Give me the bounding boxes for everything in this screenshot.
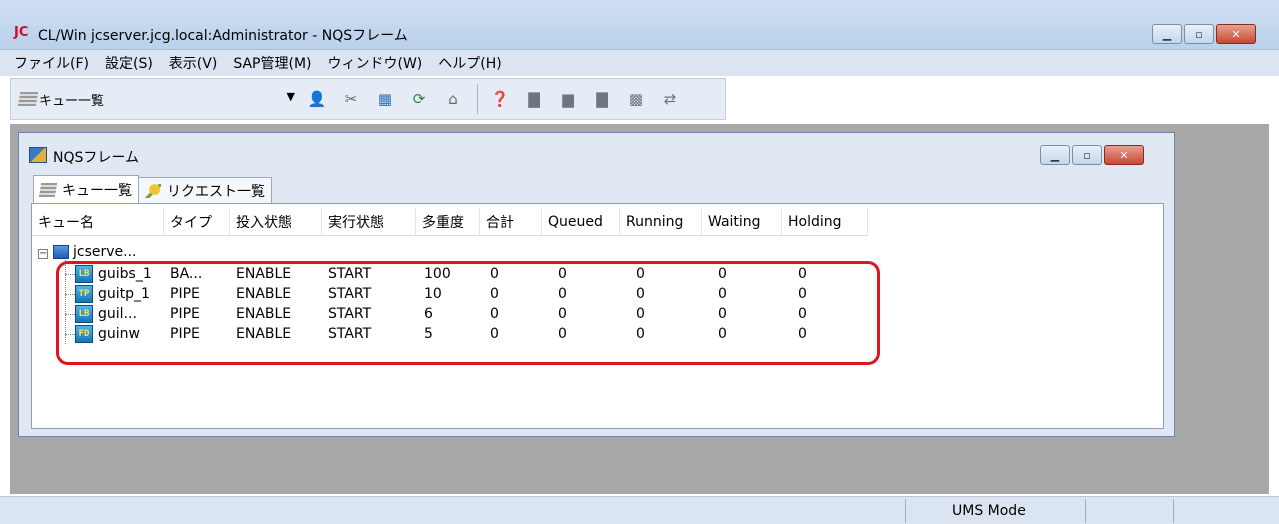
app-title: CL/Win jcserver.jcg.local:Administrator … bbox=[38, 28, 408, 44]
transfer-icon[interactable]: ⇄ bbox=[658, 87, 682, 111]
lock-icon[interactable]: ⌂ bbox=[441, 87, 465, 111]
maximize-button[interactable]: ▫ bbox=[1184, 24, 1214, 44]
doc-edit-icon[interactable]: ▇ bbox=[590, 87, 614, 111]
column-header-queued[interactable]: Queued bbox=[542, 208, 620, 236]
queue-list-icon bbox=[17, 92, 39, 106]
server-node-label[interactable]: jcserve... bbox=[73, 244, 137, 260]
doc-stack-icon[interactable]: ▆ bbox=[556, 87, 580, 111]
app-title-bar[interactable]: JC CL/Win jcserver.jcg.local:Administrat… bbox=[0, 0, 1279, 50]
app-logo: JC bbox=[14, 25, 29, 40]
job-icon[interactable]: ▩ bbox=[624, 87, 648, 111]
collapse-toggle[interactable]: − bbox=[38, 249, 48, 259]
column-header-type[interactable]: タイプ bbox=[164, 208, 230, 236]
window-controls: ▁ ▫ ✕ bbox=[1152, 24, 1256, 44]
tab-bar: キュー一覧 リクエスト一覧 bbox=[33, 175, 272, 203]
tab-queue-list[interactable]: キュー一覧 bbox=[33, 175, 139, 203]
queue-config-icon[interactable]: ▦ bbox=[373, 87, 397, 111]
child-close-button[interactable]: ✕ bbox=[1104, 145, 1144, 165]
menu-view[interactable]: 表示(V) bbox=[169, 53, 218, 73]
view-select[interactable]: キュー一覧 ▼ bbox=[17, 86, 295, 112]
column-header-multiplicity[interactable]: 多重度 bbox=[416, 208, 480, 236]
doc-icon[interactable]: ▇ bbox=[522, 87, 546, 111]
view-select-value: キュー一覧 bbox=[39, 93, 105, 109]
queue-list-icon bbox=[38, 182, 58, 197]
column-header-running[interactable]: Running bbox=[620, 208, 702, 236]
menu-sap[interactable]: SAP管理(M) bbox=[233, 53, 311, 73]
minimize-icon: ▁ bbox=[1050, 148, 1060, 162]
child-window-controls: ▁ ▫ ✕ bbox=[1040, 145, 1144, 165]
tab-queue-list-label: キュー一覧 bbox=[62, 182, 132, 199]
column-header-holding[interactable]: Holding bbox=[782, 208, 868, 236]
toolbar-separator bbox=[477, 84, 478, 114]
request-list-icon bbox=[145, 183, 161, 198]
menu-help[interactable]: ヘルプ(H) bbox=[438, 53, 501, 73]
close-icon: ✕ bbox=[1119, 148, 1129, 162]
column-header-submit[interactable]: 投入状態 bbox=[230, 208, 322, 236]
status-bar: UMS Mode bbox=[0, 496, 1279, 524]
maximize-icon: ▫ bbox=[1083, 148, 1091, 162]
child-title: NQSフレーム bbox=[53, 150, 139, 166]
menu-file[interactable]: ファイル(F) bbox=[14, 53, 89, 73]
maximize-icon: ▫ bbox=[1195, 27, 1203, 41]
user-icon[interactable]: 👤 bbox=[305, 87, 329, 111]
minimize-button[interactable]: ▁ bbox=[1152, 24, 1182, 44]
child-minimize-button[interactable]: ▁ bbox=[1040, 145, 1070, 165]
status-divider bbox=[1173, 499, 1174, 523]
menu-window[interactable]: ウィンドウ(W) bbox=[327, 53, 422, 73]
refresh-icon[interactable]: ⟳ bbox=[407, 87, 431, 111]
nqs-frame-icon bbox=[29, 147, 47, 163]
menu-settings[interactable]: 設定(S) bbox=[105, 53, 153, 73]
column-header-run[interactable]: 実行状態 bbox=[322, 208, 416, 236]
close-button[interactable]: ✕ bbox=[1216, 24, 1256, 44]
menu-bar: ファイル(F) 設定(S) 表示(V) SAP管理(M) ウィンドウ(W) ヘル… bbox=[0, 50, 1279, 76]
server-icon bbox=[53, 245, 69, 259]
column-header-name[interactable]: キュー名 bbox=[32, 208, 164, 236]
status-mode: UMS Mode bbox=[952, 503, 1026, 519]
help-icon[interactable]: ❓ bbox=[488, 87, 512, 111]
column-header-total[interactable]: 合計 bbox=[480, 208, 542, 236]
dropdown-arrow-icon[interactable]: ▼ bbox=[287, 90, 295, 103]
tools-icon[interactable]: ✂ bbox=[339, 87, 363, 111]
toolbar: キュー一覧 ▼ 👤 ✂ ▦ ⟳ ⌂ ❓ ▇ ▆ ▇ ▩ ⇄ bbox=[10, 78, 726, 120]
highlight-annotation bbox=[56, 261, 880, 365]
column-header-waiting[interactable]: Waiting bbox=[702, 208, 782, 236]
tab-request-list-label: リクエスト一覧 bbox=[167, 183, 265, 200]
close-icon: ✕ bbox=[1231, 27, 1241, 41]
child-title-bar[interactable]: NQSフレーム ▁ ▫ ✕ bbox=[19, 133, 1174, 175]
table-header: キュー名 タイプ 投入状態 実行状態 多重度 合計 Queued Running… bbox=[32, 208, 868, 236]
status-divider bbox=[1085, 499, 1086, 523]
status-divider bbox=[905, 499, 906, 523]
minimize-icon: ▁ bbox=[1162, 27, 1172, 41]
tab-request-list[interactable]: リクエスト一覧 bbox=[138, 177, 272, 203]
child-maximize-button[interactable]: ▫ bbox=[1072, 145, 1102, 165]
